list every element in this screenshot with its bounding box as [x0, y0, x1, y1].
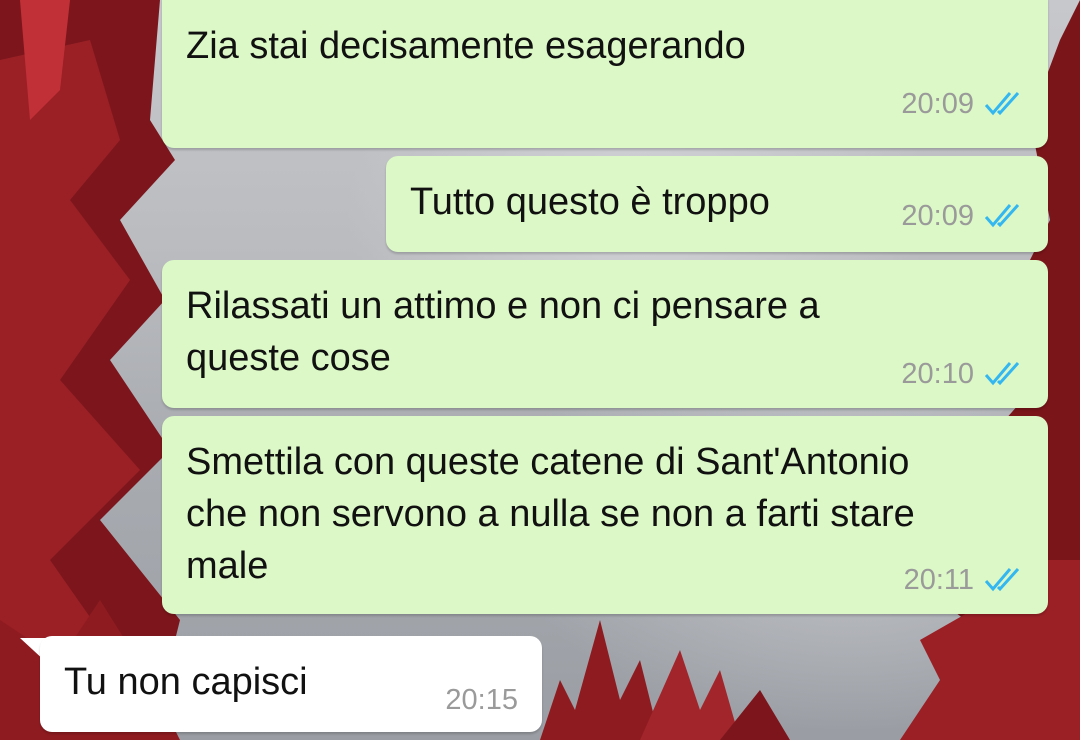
read-double-check-icon — [984, 91, 1020, 116]
message-bubble-outgoing[interactable]: Tutto questo è troppo 20:09 — [386, 156, 1048, 252]
message-text: Tutto questo è troppo — [410, 181, 770, 223]
message-text: Smettila con queste catene di Sant'Anton… — [186, 441, 915, 587]
message-meta: 20:11 — [904, 564, 1026, 596]
read-double-check-icon — [984, 361, 1020, 386]
message-text: Rilassati un attimo e non ci pensare a q… — [186, 285, 820, 379]
message-time: 20:09 — [901, 88, 974, 120]
message-time: 20:15 — [445, 684, 518, 716]
read-double-check-icon — [984, 203, 1020, 228]
message-time: 20:09 — [901, 200, 974, 232]
message-text: Tu non capisci — [64, 661, 308, 703]
message-meta: 20:09 — [901, 200, 1026, 232]
message-time: 20:11 — [903, 564, 974, 596]
message-bubble-outgoing[interactable]: Rilassati un attimo e non ci pensare a q… — [162, 260, 1048, 408]
message-time: 20:10 — [901, 358, 974, 390]
message-bubble-outgoing[interactable]: Zia stai decisamente esagerando 20:09 — [162, 0, 1048, 148]
message-bubble-outgoing[interactable]: Smettila con queste catene di Sant'Anton… — [162, 416, 1048, 614]
message-meta: 20:15 — [445, 684, 518, 716]
message-meta: 20:10 — [901, 358, 1026, 390]
message-meta: 20:09 — [901, 88, 1026, 120]
read-double-check-icon — [984, 567, 1020, 592]
message-bubble-incoming[interactable]: Tu non capisci 20:15 — [40, 636, 542, 732]
message-text: Zia stai decisamente esagerando — [186, 25, 746, 67]
